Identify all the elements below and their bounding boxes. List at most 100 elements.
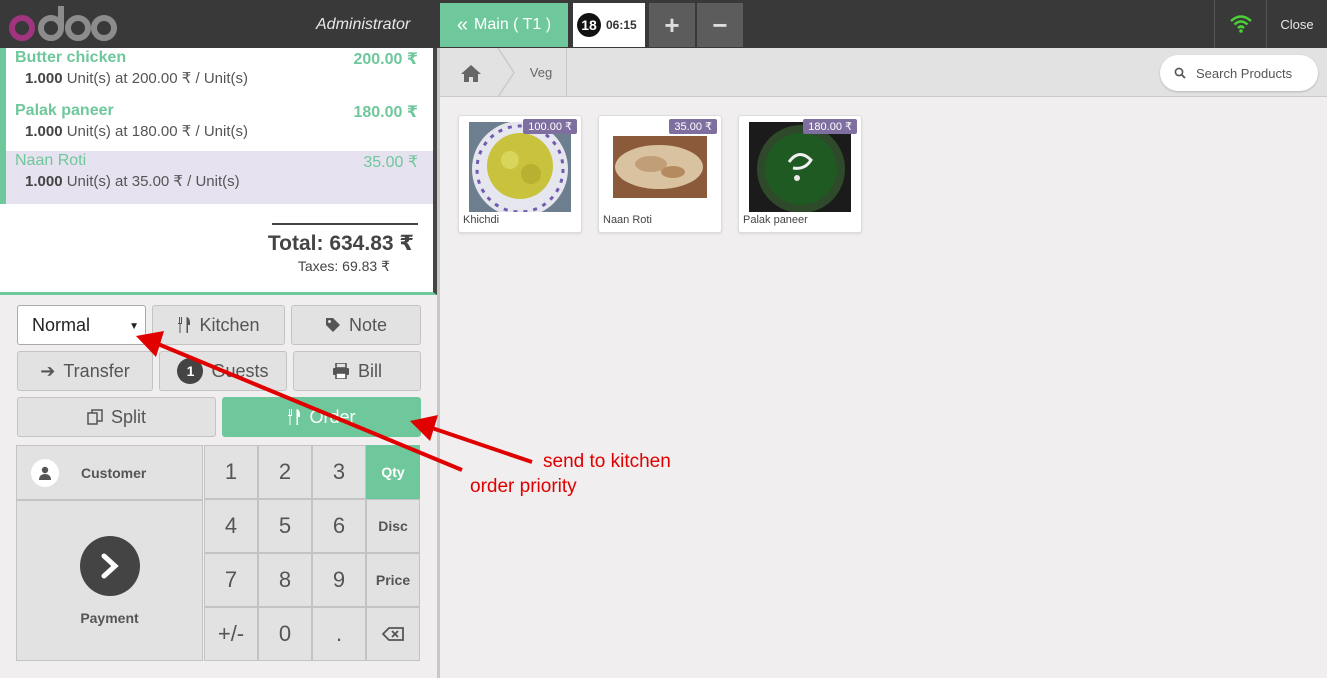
payment-label: Payment xyxy=(80,609,139,626)
line-product-name: Butter chicken xyxy=(15,49,127,66)
product-price-tag: 180.00 ₹ xyxy=(803,119,857,134)
guests-label: Guests xyxy=(211,360,269,381)
line-unit: Unit(s) at 35.00 ₹ / Unit(s) xyxy=(66,173,240,190)
line-info: 1.000 Unit(s) at 180.00 ₹ / Unit(s) xyxy=(25,122,248,140)
left-pane: Butter chicken 200.00 ₹ 1.000 Unit(s) at… xyxy=(0,48,440,678)
line-qty: 1.000 xyxy=(25,123,63,140)
tag-icon xyxy=(325,318,340,332)
order-line-naan-roti[interactable]: Naan Roti 35.00 ₹ 1.000 Unit(s) at 35.00… xyxy=(0,151,433,204)
caret-down-icon: ▼ xyxy=(129,321,139,332)
order-tab-time[interactable]: 18 06:15 xyxy=(573,3,645,47)
breadcrumb-separator xyxy=(497,48,515,97)
product-name: Naan Roti xyxy=(603,214,652,226)
transfer-label: Transfer xyxy=(63,360,130,381)
line-qty: 1.000 xyxy=(25,173,63,190)
cutlery-icon xyxy=(288,409,301,425)
total-divider xyxy=(272,223,418,225)
customer-button[interactable]: Customer xyxy=(16,445,203,500)
qty-mode-button[interactable]: Qty xyxy=(366,445,420,499)
numpad-key-5[interactable]: 5 xyxy=(258,499,312,553)
line-product-name: Naan Roti xyxy=(15,152,87,169)
remove-order-button[interactable]: − xyxy=(697,3,743,47)
product-name: Khichdi xyxy=(463,214,500,226)
transfer-button[interactable]: ➔ Transfer xyxy=(17,351,153,391)
numpad-key-4[interactable]: 4 xyxy=(204,499,258,553)
add-order-button[interactable]: + xyxy=(649,3,695,47)
numpad-key-1[interactable]: 1 xyxy=(204,445,258,499)
order-total: Total: 634.83 ₹ xyxy=(267,232,414,255)
line-qty: 1.000 xyxy=(25,70,63,87)
order-tab-main-t1[interactable]: « Main ( T1 ) xyxy=(440,3,568,47)
double-chevron-left-icon: « xyxy=(456,13,469,36)
split-label: Split xyxy=(110,406,146,427)
home-icon xyxy=(461,64,481,82)
numpad-key-plus-minus[interactable]: +/- xyxy=(204,607,258,661)
order-taxes: Taxes: 69.83 ₹ xyxy=(297,258,390,274)
printer-icon xyxy=(332,363,349,379)
order-lines: Butter chicken 200.00 ₹ 1.000 Unit(s) at… xyxy=(0,48,437,295)
numpad-key-dot[interactable]: . xyxy=(312,607,366,661)
disc-mode-button[interactable]: Disc xyxy=(366,499,420,553)
home-button[interactable] xyxy=(440,48,502,97)
split-button[interactable]: Split xyxy=(17,397,216,437)
bill-label: Bill xyxy=(357,360,382,381)
search-products[interactable]: Search Products xyxy=(1160,55,1318,91)
khichdi-image xyxy=(469,122,571,212)
line-price: 35.00 ₹ xyxy=(363,154,418,171)
order-time: 06:15 xyxy=(606,18,637,32)
product-price-tag: 100.00 ₹ xyxy=(523,119,577,134)
products-pane: Veg Search Products 100.00 ₹ Khichdi 35.… xyxy=(440,48,1327,678)
numpad-key-6[interactable]: 6 xyxy=(312,499,366,553)
annotation-send-to-kitchen: send to kitchen xyxy=(543,451,671,472)
odoo-logo xyxy=(9,6,117,41)
note-label: Note xyxy=(348,314,388,335)
product-card-khichdi[interactable]: 100.00 ₹ Khichdi xyxy=(458,115,582,233)
user-name: Administrator xyxy=(316,16,411,33)
line-unit: Unit(s) at 200.00 ₹ / Unit(s) xyxy=(66,70,248,87)
palak-paneer-image xyxy=(749,122,851,212)
line-unit: Unit(s) at 180.00 ₹ / Unit(s) xyxy=(66,123,248,140)
breadcrumb-end xyxy=(566,48,567,97)
line-product-name: Palak paneer xyxy=(15,102,114,119)
kitchen-label: Kitchen xyxy=(199,314,260,335)
priority-select[interactable]: Normal ▼ xyxy=(17,305,146,345)
kitchen-button[interactable]: Kitchen xyxy=(152,305,285,345)
wifi-status[interactable] xyxy=(1214,0,1266,48)
cutlery-icon xyxy=(178,317,191,333)
numpad-key-7[interactable]: 7 xyxy=(204,553,258,607)
numpad-key-9[interactable]: 9 xyxy=(312,553,366,607)
priority-value: Normal xyxy=(32,314,91,335)
breadcrumb-veg[interactable]: Veg xyxy=(516,65,566,80)
order-line-butter-chicken[interactable]: Butter chicken 200.00 ₹ 1.000 Unit(s) at… xyxy=(0,48,433,101)
note-button[interactable]: Note xyxy=(291,305,421,345)
numpad-key-3[interactable]: 3 xyxy=(312,445,366,499)
top-bar: Administrator « Main ( T1 ) 18 06:15 + −… xyxy=(0,0,1327,48)
product-card-palak-paneer[interactable]: 180.00 ₹ Palak paneer xyxy=(738,115,862,233)
line-price: 200.00 ₹ xyxy=(353,51,418,68)
search-placeholder: Search Products xyxy=(1196,65,1293,81)
order-button[interactable]: Order xyxy=(222,397,421,437)
search-icon xyxy=(1174,67,1186,79)
bill-button[interactable]: Bill xyxy=(293,351,421,391)
copy-icon xyxy=(87,409,103,425)
customer-label: Customer xyxy=(81,464,147,481)
close-button[interactable]: Close xyxy=(1266,0,1327,48)
backspace-icon xyxy=(382,627,404,641)
guests-count: 1 xyxy=(177,358,204,384)
user-icon xyxy=(31,458,59,487)
numpad: Customer Payment 1 2 3 Qty 4 5 6 Disc 7 … xyxy=(16,445,421,661)
product-name: Palak paneer xyxy=(743,214,808,226)
payment-button[interactable]: Payment xyxy=(16,500,203,661)
guests-button[interactable]: 1 Guests xyxy=(159,351,287,391)
order-label: Order xyxy=(309,406,356,427)
numpad-key-0[interactable]: 0 xyxy=(258,607,312,661)
backspace-button[interactable] xyxy=(366,607,420,661)
numpad-key-8[interactable]: 8 xyxy=(258,553,312,607)
price-mode-button[interactable]: Price xyxy=(366,553,420,607)
order-number-badge: 18 xyxy=(577,13,601,37)
numpad-key-2[interactable]: 2 xyxy=(258,445,312,499)
order-line-palak-paneer[interactable]: Palak paneer 180.00 ₹ 1.000 Unit(s) at 1… xyxy=(0,101,433,154)
arrow-right-icon: ➔ xyxy=(40,360,56,381)
product-card-naan-roti[interactable]: 35.00 ₹ Naan Roti xyxy=(598,115,722,233)
naan-roti-image xyxy=(609,122,711,212)
